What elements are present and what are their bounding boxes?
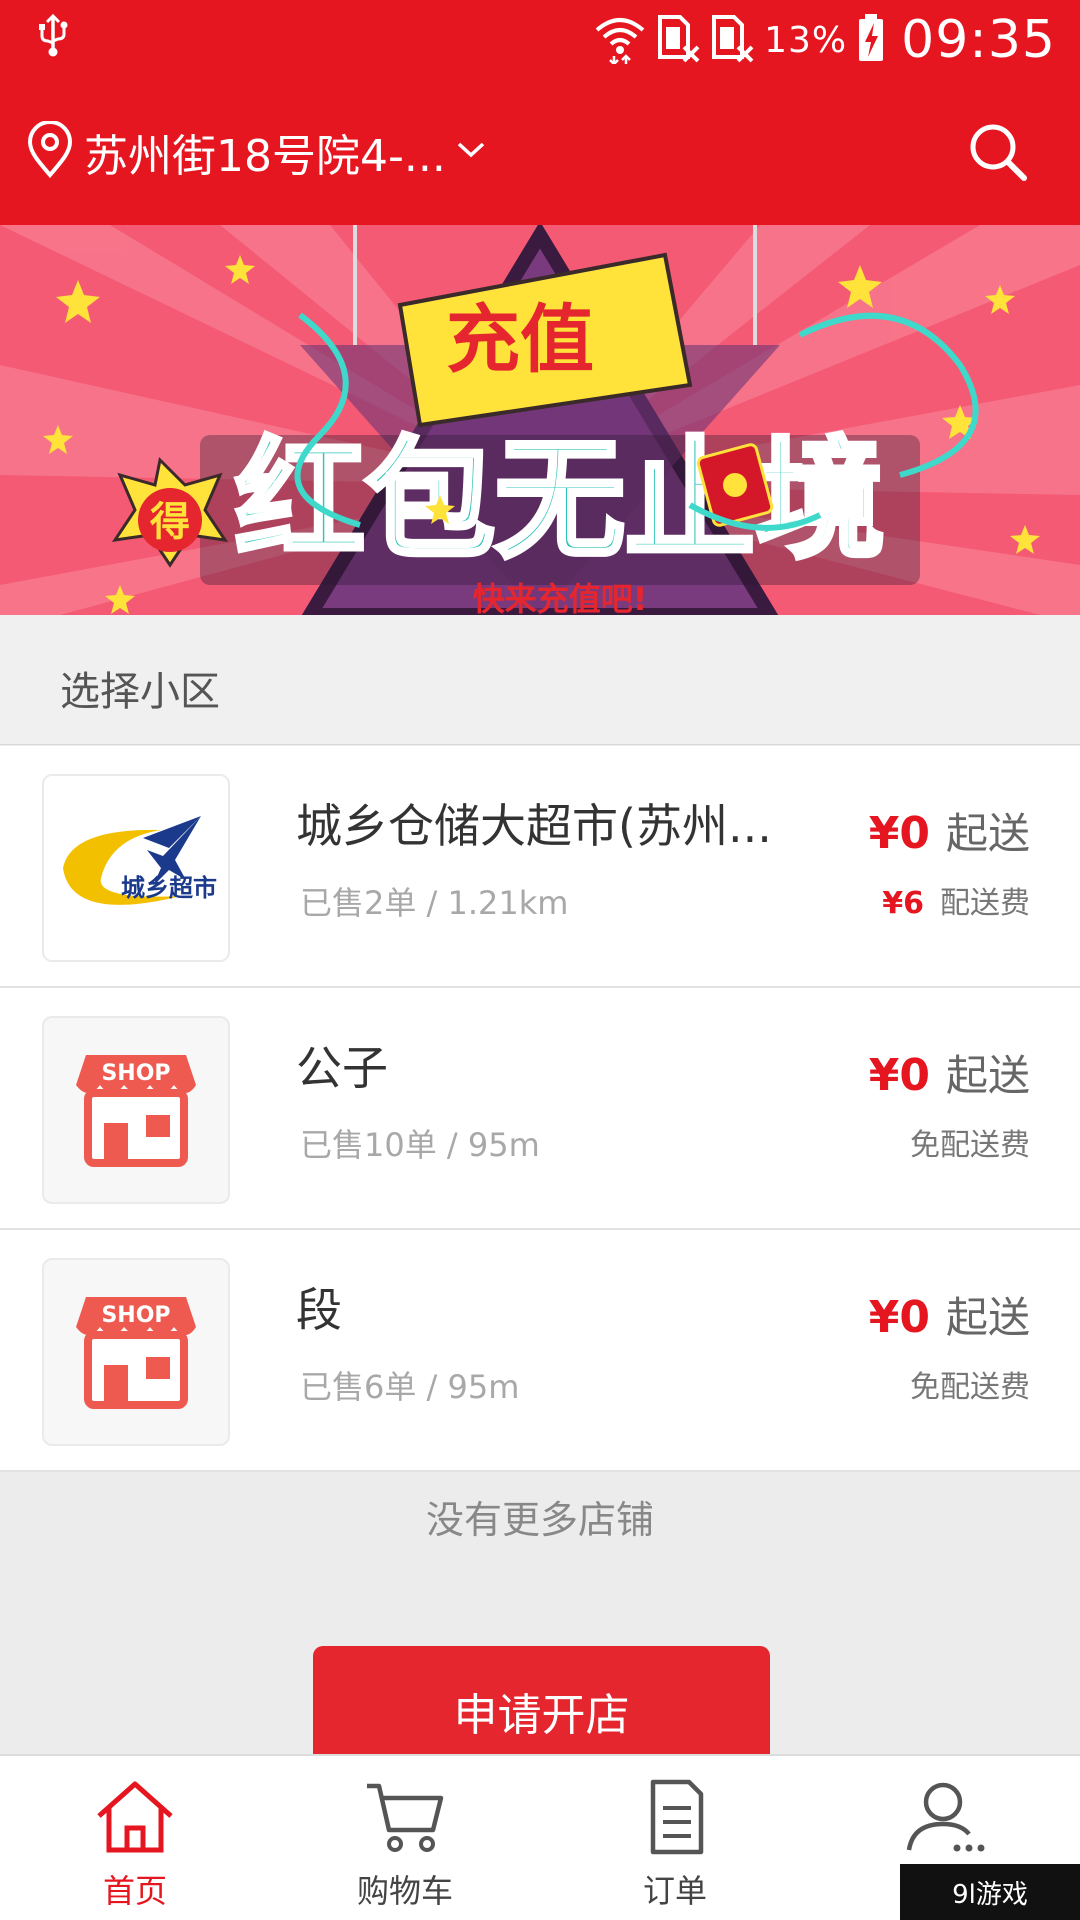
- delivery-fee: ¥6: [882, 886, 924, 921]
- watermark: 9l游戏: [900, 1864, 1080, 1920]
- cart-icon: [363, 1778, 447, 1856]
- order-icon: [633, 1778, 717, 1856]
- shop-logo: SHOP: [42, 1016, 230, 1204]
- shop-list: 城乡超市 城乡仓储大超市(苏州... 已售2单 / 1.21km ¥0 起送 ¥…: [0, 746, 1080, 1472]
- nav-tab-orders[interactable]: 订单: [540, 1756, 810, 1920]
- banner-badge: 得: [150, 499, 190, 545]
- nav-tab-cart[interactable]: 购物车: [270, 1756, 540, 1920]
- delivery-fee-label: 免配送费: [910, 1128, 1030, 1163]
- nav-tab-home[interactable]: 首页: [0, 1756, 270, 1920]
- min-order-line: ¥0 起送: [869, 800, 1030, 861]
- promo-banner[interactable]: 充值 红包无止境 得 快来充值吧!: [0, 225, 1080, 615]
- wifi-icon: [594, 12, 646, 68]
- delivery-fee-line: 免配送费: [910, 1362, 1030, 1406]
- search-icon: [964, 124, 1032, 190]
- shop-logo-text: 城乡超市: [121, 874, 217, 902]
- shop-logo: 城乡超市: [42, 774, 230, 962]
- battery-charging-icon: [857, 13, 885, 67]
- delivery-fee-line: ¥6 配送费: [882, 878, 1030, 922]
- banner-tagline: 快来充值吧!: [473, 580, 648, 615]
- search-button[interactable]: [964, 118, 1032, 186]
- min-order-label: 起送: [945, 1051, 1030, 1100]
- section-title: 选择小区: [60, 669, 220, 715]
- shop-row[interactable]: SHOP 段 已售6单 / 95m ¥0 起送 免配送费: [0, 1230, 1080, 1472]
- nav-label: 购物车: [356, 1872, 453, 1910]
- sim-2-disabled-icon: [710, 13, 754, 67]
- battery-percent: 13%: [764, 19, 848, 61]
- clock: 09:35: [901, 10, 1056, 70]
- shop-meta: 已售10单 / 95m: [300, 1126, 540, 1164]
- delivery-fee-line: 免配送费: [910, 1120, 1030, 1164]
- shop-logo-text: SHOP: [101, 1061, 170, 1086]
- status-bar: 13% 09:35: [0, 0, 1080, 80]
- location-text: 苏州街18号院4-...: [84, 131, 446, 182]
- min-order-price: ¥0: [868, 1292, 930, 1343]
- min-order-line: ¥0 起送: [869, 1284, 1030, 1345]
- usb-icon: [36, 13, 70, 62]
- profile-icon: [903, 1778, 987, 1856]
- min-order-label: 起送: [945, 1293, 1030, 1342]
- shop-meta: 已售6单 / 95m: [300, 1368, 520, 1406]
- location-pin-icon: [26, 120, 74, 183]
- banner-title-top: 充值: [446, 297, 594, 383]
- delivery-fee-label: 免配送费: [910, 1370, 1030, 1405]
- shop-row[interactable]: SHOP 公子 已售10单 / 95m ¥0 起送 免配送费: [0, 988, 1080, 1230]
- nav-label: 首页: [102, 1872, 167, 1910]
- min-order-line: ¥0 起送: [869, 1042, 1030, 1103]
- app-header: 13% 09:35 苏州街18号院4-...: [0, 0, 1080, 225]
- sim-1-disabled-icon: [656, 13, 700, 67]
- min-order-price: ¥0: [868, 1050, 930, 1101]
- min-order-price: ¥0: [868, 808, 930, 859]
- shop-row[interactable]: 城乡超市 城乡仓储大超市(苏州... 已售2单 / 1.21km ¥0 起送 ¥…: [0, 746, 1080, 988]
- location-selector[interactable]: 苏州街18号院4-...: [26, 112, 486, 192]
- home-icon: [93, 1778, 177, 1856]
- shop-logo-text: SHOP: [101, 1303, 170, 1328]
- shop-name: 城乡仓储大超市(苏州...: [296, 799, 772, 853]
- no-more-shops-text: 没有更多店铺: [425, 1498, 654, 1542]
- delivery-fee-label: 配送费: [940, 886, 1030, 921]
- min-order-label: 起送: [945, 809, 1030, 858]
- shop-logo: SHOP: [42, 1258, 230, 1446]
- community-selector[interactable]: 选择小区: [0, 615, 1080, 745]
- banner-headline: 红包无止境: [235, 424, 885, 576]
- nav-label: 订单: [642, 1872, 707, 1910]
- chevron-down-icon: [456, 140, 486, 164]
- shop-name: 段: [296, 1283, 342, 1337]
- shop-name: 公子: [296, 1041, 388, 1095]
- shop-meta: 已售2单 / 1.21km: [300, 884, 569, 922]
